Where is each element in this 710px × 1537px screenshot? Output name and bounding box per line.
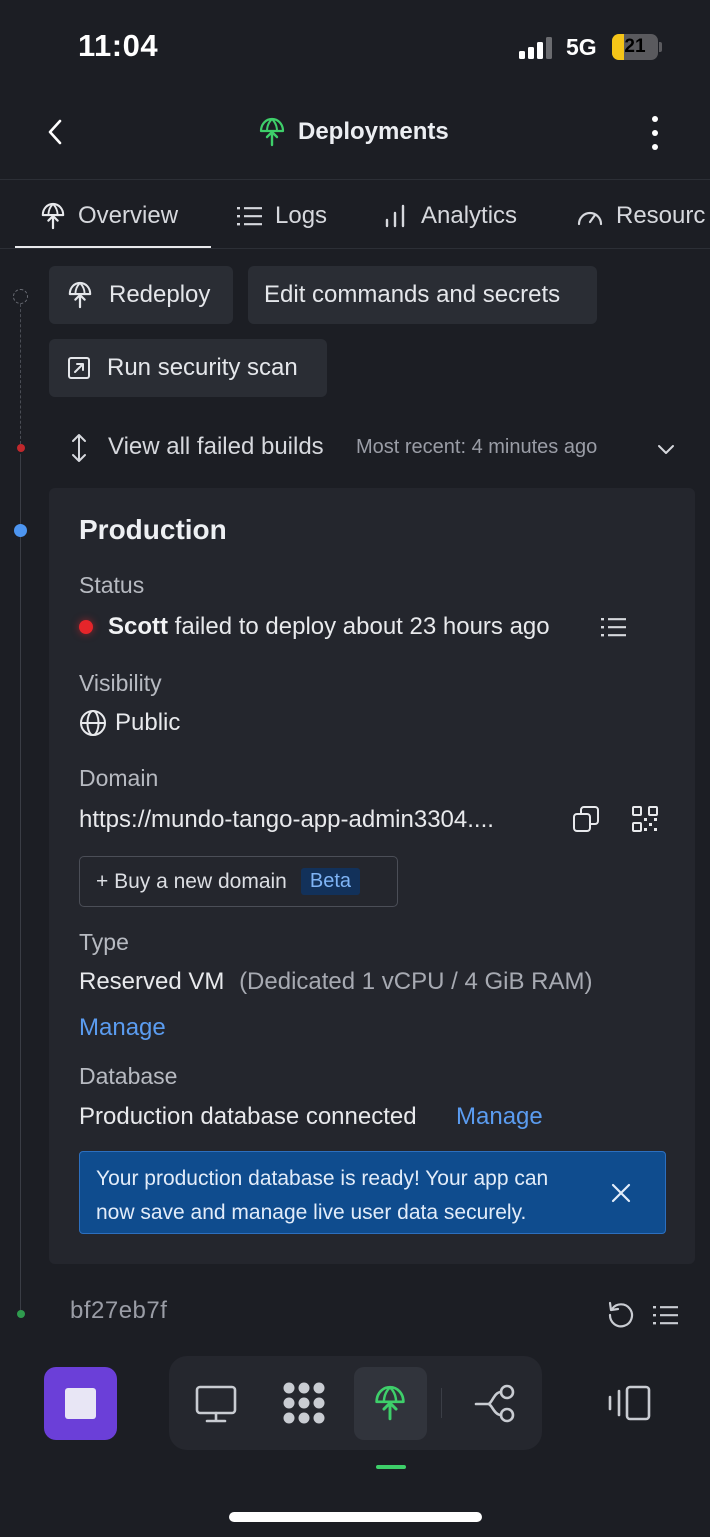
type-detail: (Dedicated 1 vCPU / 4 GiB RAM) (239, 968, 593, 995)
status-text: failed to deploy about 23 hours ago (174, 613, 550, 640)
history-icon (608, 1301, 634, 1328)
failed-builds-recent: Most recent: 4 minutes ago (356, 436, 598, 458)
type-label: Type (79, 929, 129, 955)
battery-tip (659, 42, 662, 52)
qr-code-button[interactable] (632, 806, 658, 832)
home-indicator[interactable] (229, 1512, 482, 1522)
deploy-icon (375, 1385, 405, 1421)
redeploy-button[interactable]: Redeploy (49, 266, 233, 324)
qr-code-icon (632, 806, 658, 832)
type-value-row: Reserved VM (Dedicated 1 vCPU / 4 GiB RA… (79, 968, 593, 996)
panel-icon (608, 1385, 651, 1421)
timeline-production-dot (14, 524, 27, 537)
deploy-icon (68, 281, 92, 309)
type-manage-link[interactable]: Manage (79, 1014, 166, 1042)
tab-label: Analytics (421, 202, 518, 229)
chevron-down-icon (658, 445, 674, 454)
battery-icon: 21 (612, 34, 658, 60)
dock-apps-button[interactable] (282, 1381, 326, 1425)
dismiss-banner-button[interactable] (610, 1182, 632, 1204)
failed-builds-toggle[interactable] (655, 438, 677, 460)
dock-divider (441, 1388, 442, 1418)
database-manage-link[interactable]: Manage (456, 1103, 543, 1131)
list-icon (237, 207, 262, 226)
redeploy-label: Redeploy (109, 281, 211, 308)
commit-logs-button[interactable] (653, 1304, 679, 1326)
visibility-value: Public (115, 709, 181, 736)
tabs-divider (0, 248, 710, 249)
banner-message: Your production database is ready! Your … (96, 1167, 549, 1224)
globe-icon (79, 709, 107, 737)
domain-link[interactable]: https://mundo-tango-app-admin3304.... (79, 806, 494, 834)
timeline-dashed (20, 304, 21, 444)
beta-badge: Beta (300, 868, 361, 895)
bar-chart-icon (385, 204, 405, 228)
database-value: Production database connected (79, 1103, 417, 1130)
git-branch-icon (474, 1384, 515, 1423)
chevron-left-icon (48, 119, 62, 145)
edit-commands-button[interactable]: Edit commands and secrets (248, 266, 597, 324)
timeline-line (20, 454, 21, 1314)
battery-level: 21 (624, 36, 646, 57)
status-message: Scott failed to deploy about 23 hours ag… (108, 613, 550, 641)
database-label: Database (79, 1063, 178, 1089)
status-time: 11:04 (78, 28, 159, 63)
edit-commands-label: Edit commands and secrets (264, 281, 561, 308)
timeline-failed-dot (17, 444, 25, 452)
visibility-label: Visibility (79, 670, 162, 696)
status-label: Status (79, 572, 145, 598)
tab-logs[interactable]: Logs (237, 196, 327, 236)
monitor-icon (195, 1385, 237, 1423)
list-icon (601, 618, 626, 637)
back-button[interactable] (40, 116, 72, 148)
dock-deployments-button[interactable] (354, 1367, 427, 1440)
stop-button[interactable] (44, 1367, 117, 1440)
copy-icon (573, 806, 599, 832)
run-security-scan-button[interactable]: Run security scan (49, 339, 327, 397)
production-title: Production (79, 514, 227, 545)
domain-label: Domain (79, 765, 159, 791)
expand-vertical-icon (66, 432, 92, 464)
grid-icon (283, 1382, 325, 1424)
tab-overview[interactable]: Overview (40, 196, 178, 236)
page-title: Deployments (298, 118, 449, 145)
commit-hash[interactable]: bf27eb7f (70, 1297, 167, 1325)
gauge-icon (577, 211, 603, 226)
signal-icon (519, 37, 555, 59)
type-value: Reserved VM (79, 968, 225, 995)
buy-domain-label: + Buy a new domain (96, 869, 287, 893)
status-error-dot (79, 620, 93, 634)
timeline-pending-dot (13, 289, 28, 304)
run-security-scan-label: Run security scan (107, 354, 298, 381)
dock-git-button[interactable] (474, 1384, 516, 1424)
status-logs-button[interactable] (601, 616, 627, 638)
network-type: 5G (566, 34, 597, 60)
view-failed-builds-link[interactable]: View all failed builds (108, 433, 324, 461)
stop-icon (65, 1388, 96, 1419)
tab-label: Overview (78, 202, 179, 229)
external-scan-icon (68, 357, 90, 379)
status-user[interactable]: Scott (108, 613, 168, 640)
buy-domain-button[interactable]: + Buy a new domain Beta (79, 856, 398, 907)
active-page-indicator (376, 1465, 406, 1469)
toggle-panel-button[interactable] (607, 1385, 651, 1421)
tab-label: Logs (275, 202, 328, 229)
rollback-button[interactable] (607, 1300, 635, 1328)
tab-label: Resourc (616, 202, 706, 229)
header-divider (0, 179, 710, 180)
close-icon (611, 1183, 631, 1203)
dock-preview-button[interactable] (195, 1384, 237, 1424)
database-ready-banner: Your production database is ready! Your … (79, 1151, 666, 1234)
deploy-icon (258, 117, 286, 147)
more-options-button[interactable] (640, 113, 670, 153)
list-icon (653, 1306, 678, 1325)
timeline-commit-dot (17, 1310, 25, 1318)
tab-resources[interactable]: Resourc (576, 196, 705, 236)
deploy-icon (41, 202, 65, 230)
copy-domain-button[interactable] (572, 805, 600, 833)
tab-analytics[interactable]: Analytics (383, 196, 517, 236)
